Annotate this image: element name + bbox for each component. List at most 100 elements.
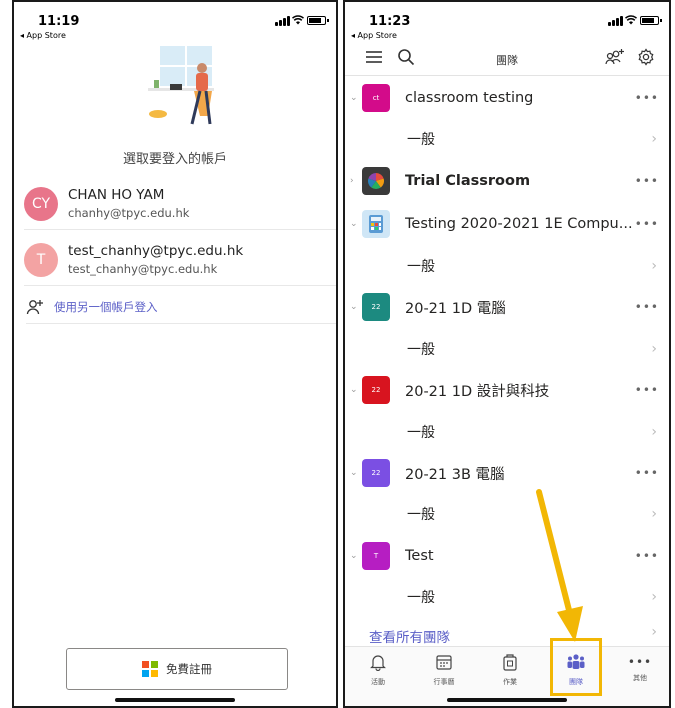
collapse-chevron-icon[interactable]: ⌄ xyxy=(350,302,358,312)
chevron-right-icon: › xyxy=(651,624,657,640)
status-time: 11:23 xyxy=(369,14,411,29)
channel-name: 一般 xyxy=(407,425,435,441)
team-name: Testing 2020-2021 1E Compu... xyxy=(405,216,633,232)
account-item[interactable]: CY CHAN HO YAM chanhy@tpyc.edu.hk xyxy=(24,178,336,230)
channel-name: 一般 xyxy=(407,590,435,606)
more-options-icon[interactable]: ••• xyxy=(635,91,659,105)
team-row[interactable]: › Trial Classroom ••• xyxy=(345,167,669,195)
settings-gear-icon[interactable] xyxy=(637,48,655,66)
nav-more[interactable]: ••• 其他 xyxy=(613,653,667,683)
microsoft-logo-icon xyxy=(142,661,158,677)
signal-icon xyxy=(608,16,623,26)
more-options-icon[interactable]: ••• xyxy=(635,174,659,188)
channel-name: 一般 xyxy=(407,342,435,358)
team-avatar xyxy=(362,167,390,195)
back-to-app-store[interactable]: ◂ App Store xyxy=(20,31,66,40)
wifi-icon xyxy=(625,15,637,25)
team-name: Trial Classroom xyxy=(405,173,531,189)
workspace-illustration xyxy=(148,46,214,125)
collapse-chevron-icon[interactable]: ⌄ xyxy=(350,551,358,561)
nav-label: 活動 xyxy=(371,678,385,686)
team-row[interactable]: ⌄ 22 20-21 1D 電腦 ••• xyxy=(345,293,669,321)
wifi-icon xyxy=(292,15,304,25)
more-options-icon[interactable]: ••• xyxy=(635,217,659,231)
teams-highlight-box xyxy=(550,638,602,696)
signal-icon xyxy=(275,16,290,26)
account-name: test_chanhy@tpyc.edu.hk xyxy=(68,243,244,259)
team-row[interactable]: ⌄ 22 20-21 3B 電腦 ••• xyxy=(345,459,669,487)
nav-label: 行事曆 xyxy=(433,678,455,686)
team-name: classroom testing xyxy=(405,90,534,106)
team-avatar xyxy=(362,210,390,238)
more-options-icon[interactable]: ••• xyxy=(635,383,659,397)
chevron-right-icon: › xyxy=(651,506,657,522)
channel-row[interactable]: 一般 › xyxy=(345,584,669,610)
more-options-icon[interactable]: ••• xyxy=(635,466,659,480)
team-avatar: ct xyxy=(362,84,390,112)
teams-screen: 11:23 ◂ App Store 團隊 ⌄ ct classroom test… xyxy=(343,0,671,708)
team-name: 20-21 1D 設計與科技 xyxy=(405,383,550,400)
battery-icon xyxy=(640,16,662,25)
see-all-teams-link[interactable]: 查看所有團隊 xyxy=(369,626,450,646)
more-options-icon[interactable]: ••• xyxy=(635,300,659,314)
status-bar: 11:19 ◂ App Store xyxy=(14,2,336,42)
nav-label: 其他 xyxy=(633,674,647,682)
channel-row[interactable]: 一般 › xyxy=(345,336,669,362)
nav-calendar[interactable]: 行事曆 xyxy=(417,653,471,687)
expand-chevron-icon[interactable]: › xyxy=(350,176,354,186)
collapse-chevron-icon[interactable]: ⌄ xyxy=(350,219,358,229)
team-row[interactable]: ⌄ Testing 2020-2021 1E Compu... ••• xyxy=(345,210,669,238)
channel-row[interactable]: 一般 › xyxy=(345,126,669,152)
status-bar: 11:23 ◂ App Store xyxy=(345,2,669,42)
team-row[interactable]: ⌄ T Test ••• xyxy=(345,542,669,570)
nav-label: 作業 xyxy=(503,678,517,686)
chevron-right-icon: › xyxy=(651,589,657,605)
join-team-icon[interactable] xyxy=(605,48,625,66)
team-avatar: 22 xyxy=(362,293,390,321)
channel-row[interactable]: 一般 › xyxy=(345,419,669,445)
top-bar: 團隊 xyxy=(345,42,669,76)
account-email: chanhy@tpyc.edu.hk xyxy=(68,206,190,220)
chevron-right-icon: › xyxy=(651,258,657,274)
avatar: T xyxy=(24,242,58,277)
channel-name: 一般 xyxy=(407,507,435,523)
chevron-right-icon: › xyxy=(651,424,657,440)
team-name: 20-21 1D 電腦 xyxy=(405,300,506,317)
back-to-app-store[interactable]: ◂ App Store xyxy=(351,31,397,40)
add-person-icon xyxy=(26,299,43,314)
chevron-right-icon: › xyxy=(651,341,657,357)
team-avatar: 22 xyxy=(362,459,390,487)
collapse-chevron-icon[interactable]: ⌄ xyxy=(350,468,358,478)
team-row[interactable]: ⌄ 22 20-21 1D 設計與科技 ••• xyxy=(345,376,669,404)
annotation-arrow-icon xyxy=(536,489,583,642)
more-options-icon[interactable]: ••• xyxy=(635,549,659,563)
account-email: test_chanhy@tpyc.edu.hk xyxy=(68,262,218,276)
more-icon: ••• xyxy=(627,655,653,669)
account-name: CHAN HO YAM xyxy=(68,187,165,203)
team-name: 20-21 3B 電腦 xyxy=(405,466,505,483)
choose-account-title: 選取要登入的帳戶 xyxy=(122,152,227,167)
avatar: CY xyxy=(24,186,58,221)
team-name: Test xyxy=(405,548,434,564)
free-signup-label: 免費註冊 xyxy=(166,662,212,676)
color-wheel-icon xyxy=(367,173,385,190)
free-signup-button[interactable]: 免費註冊 xyxy=(66,648,288,690)
channel-name: 一般 xyxy=(407,132,435,148)
assignments-icon xyxy=(503,654,517,671)
calendar-icon xyxy=(436,655,452,670)
team-row[interactable]: ⌄ ct classroom testing ••• xyxy=(345,84,669,112)
login-screen: 11:19 ◂ App Store 選取要登入的帳戶 CY CHAN HO YA… xyxy=(12,0,338,708)
calculator-icon xyxy=(369,215,383,233)
account-item[interactable]: T test_chanhy@tpyc.edu.hk test_chanhy@tp… xyxy=(24,234,336,286)
collapse-chevron-icon[interactable]: ⌄ xyxy=(350,385,358,395)
nav-assignments[interactable]: 作業 xyxy=(483,653,537,687)
battery-icon xyxy=(307,16,329,25)
collapse-chevron-icon[interactable]: ⌄ xyxy=(350,93,358,103)
channel-row[interactable]: 一般 › xyxy=(345,253,669,279)
channel-name: 一般 xyxy=(407,259,435,275)
use-another-account-button[interactable]: 使用另一個帳戶登入 xyxy=(26,290,336,324)
team-avatar: T xyxy=(362,542,390,570)
channel-row[interactable]: 一般 › xyxy=(345,501,669,527)
home-indicator xyxy=(115,698,235,702)
nav-activity[interactable]: 活動 xyxy=(351,653,405,687)
